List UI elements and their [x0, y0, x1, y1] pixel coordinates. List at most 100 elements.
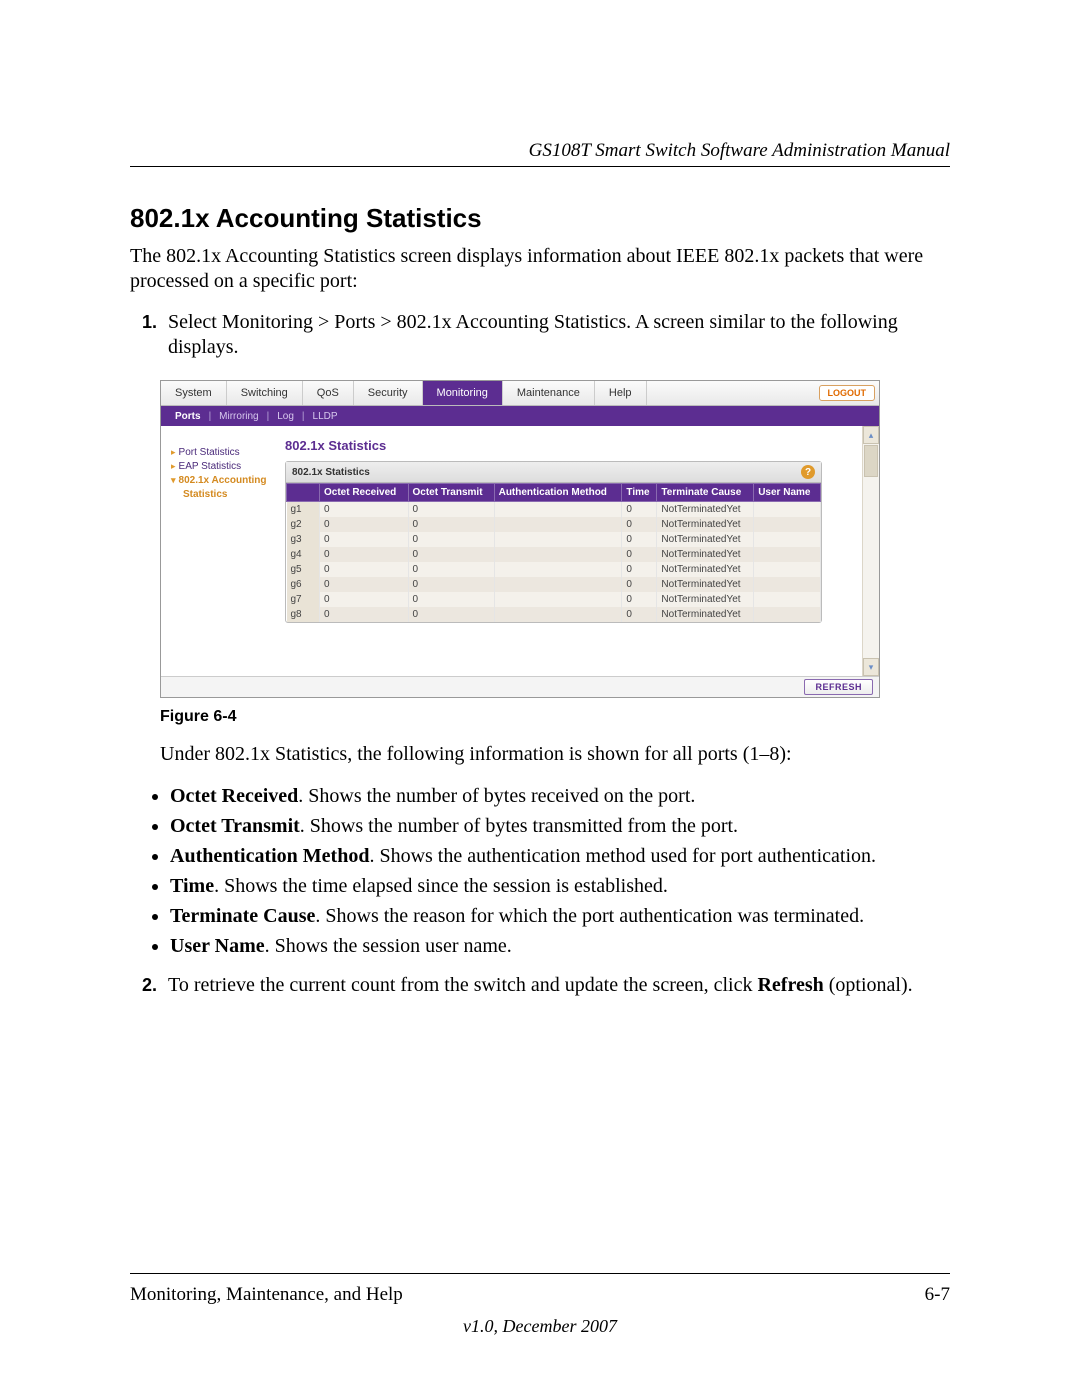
main-pane: 802.1x Statistics 802.1x Statistics ? Oc… — [285, 426, 862, 676]
subtab-log[interactable]: Log — [269, 411, 302, 422]
table-row: g5000NotTerminatedYet — [287, 562, 821, 577]
cell-octet-received: 0 — [320, 577, 409, 592]
bullet-term: Terminate Cause — [170, 905, 315, 927]
scroll-up-icon[interactable]: ▴ — [863, 426, 879, 444]
tab-maintenance[interactable]: Maintenance — [503, 381, 595, 405]
table-row: g8000NotTerminatedYet — [287, 607, 821, 622]
sidebar-port-statistics[interactable]: ▸Port Statistics — [171, 447, 277, 458]
section-title: 802.1x Accounting Statistics — [130, 203, 950, 234]
bullet-desc: . Shows the number of bytes transmitted … — [300, 815, 738, 837]
cell-terminate-cause: NotTerminatedYet — [657, 517, 754, 532]
table-row: g7000NotTerminatedYet — [287, 592, 821, 607]
panel-header: 802.1x Statistics ? — [286, 462, 821, 483]
sidebar-eap-statistics[interactable]: ▸EAP Statistics — [171, 461, 277, 472]
cell-octet-transmit: 0 — [408, 502, 494, 518]
logout-button[interactable]: LOGOUT — [819, 385, 876, 401]
cell-user-name — [754, 547, 821, 562]
subtab-ports[interactable]: Ports — [167, 411, 209, 422]
cell-port: g3 — [287, 532, 320, 547]
cell-octet-transmit: 0 — [408, 532, 494, 547]
cell-auth-method — [494, 532, 622, 547]
bullet-desc: . Shows the number of bytes received on … — [298, 785, 695, 807]
footer-rule — [130, 1273, 950, 1274]
bullet-term: Authentication Method — [170, 845, 369, 867]
cell-octet-transmit: 0 — [408, 592, 494, 607]
footer-version: v1.0, December 2007 — [130, 1316, 950, 1337]
cell-terminate-cause: NotTerminatedYet — [657, 577, 754, 592]
step2-prefix: To retrieve the current count from the s… — [168, 974, 757, 996]
tab-system[interactable]: System — [161, 381, 227, 405]
cell-octet-received: 0 — [320, 517, 409, 532]
chevron-right-icon: ▸ — [171, 447, 176, 457]
table-row: g6000NotTerminatedYet — [287, 577, 821, 592]
scroll-thumb[interactable] — [864, 445, 878, 477]
col-port — [287, 484, 320, 502]
sidebar-8021x-accounting-sub[interactable]: Statistics — [183, 489, 277, 500]
cell-auth-method — [494, 517, 622, 532]
cell-terminate-cause: NotTerminatedYet — [657, 607, 754, 622]
cell-octet-transmit: 0 — [408, 562, 494, 577]
table-row: g2000NotTerminatedYet — [287, 517, 821, 532]
app-footer-bar: REFRESH — [161, 676, 879, 697]
bullet-desc: . Shows the authentication method used f… — [369, 845, 876, 867]
statistics-table: Octet Received Octet Transmit Authentica… — [286, 483, 821, 622]
cell-auth-method — [494, 592, 622, 607]
bullet-term: Time — [170, 875, 214, 897]
subtab-lldp[interactable]: LLDP — [305, 411, 346, 422]
chevron-down-icon: ▾ — [171, 475, 176, 485]
list-item: Octet Received. Shows the number of byte… — [170, 783, 950, 809]
cell-port: g1 — [287, 502, 320, 518]
subtab-mirroring[interactable]: Mirroring — [211, 411, 266, 422]
cell-port: g4 — [287, 547, 320, 562]
list-item: Time. Shows the time elapsed since the s… — [170, 873, 950, 899]
under-text: Under 802.1x Statistics, the following i… — [160, 742, 950, 767]
cell-time: 0 — [622, 592, 657, 607]
cell-time: 0 — [622, 562, 657, 577]
sidebar-label: Port Statistics — [179, 447, 240, 458]
figure-caption: Figure 6-4 — [160, 708, 950, 726]
cell-octet-received: 0 — [320, 547, 409, 562]
tab-security[interactable]: Security — [354, 381, 423, 405]
tab-switching[interactable]: Switching — [227, 381, 303, 405]
list-item: Octet Transmit. Shows the number of byte… — [170, 813, 950, 839]
help-icon[interactable]: ? — [801, 465, 815, 479]
cell-octet-transmit: 0 — [408, 547, 494, 562]
cell-octet-transmit: 0 — [408, 607, 494, 622]
app-screenshot: System Switching QoS Security Monitoring… — [160, 380, 880, 698]
col-octet-received: Octet Received — [320, 484, 409, 502]
tab-help[interactable]: Help — [595, 381, 647, 405]
cell-user-name — [754, 592, 821, 607]
cell-time: 0 — [622, 517, 657, 532]
refresh-button[interactable]: REFRESH — [804, 679, 873, 695]
tab-qos[interactable]: QoS — [303, 381, 354, 405]
cell-user-name — [754, 517, 821, 532]
cell-auth-method — [494, 502, 622, 518]
sidebar-8021x-accounting[interactable]: ▾802.1x Accounting — [171, 475, 277, 486]
vertical-scrollbar[interactable]: ▴ ▾ — [862, 426, 879, 676]
bullet-desc: . Shows the time elapsed since the sessi… — [214, 875, 668, 897]
tab-monitoring[interactable]: Monitoring — [423, 381, 503, 405]
cell-user-name — [754, 532, 821, 547]
bullet-term: User Name — [170, 935, 265, 957]
list-item: Authentication Method. Shows the authent… — [170, 843, 950, 869]
cell-octet-transmit: 0 — [408, 517, 494, 532]
scroll-down-icon[interactable]: ▾ — [863, 658, 879, 676]
cell-user-name — [754, 607, 821, 622]
bullet-term: Octet Received — [170, 785, 298, 807]
cell-auth-method — [494, 607, 622, 622]
table-row: g3000NotTerminatedYet — [287, 532, 821, 547]
scroll-track[interactable] — [863, 478, 879, 658]
sidebar: ▸Port Statistics ▸EAP Statistics ▾802.1x… — [161, 426, 285, 676]
col-terminate-cause: Terminate Cause — [657, 484, 754, 502]
footer-page: 6-7 — [925, 1284, 950, 1306]
sub-nav-bar: Ports | Mirroring | Log | LLDP — [161, 406, 879, 426]
col-user-name: User Name — [754, 484, 821, 502]
cell-octet-received: 0 — [320, 607, 409, 622]
cell-time: 0 — [622, 577, 657, 592]
cell-port: g5 — [287, 562, 320, 577]
cell-auth-method — [494, 577, 622, 592]
cell-user-name — [754, 562, 821, 577]
sidebar-label: 802.1x Accounting — [179, 475, 267, 486]
cell-user-name — [754, 577, 821, 592]
footer-section: Monitoring, Maintenance, and Help — [130, 1284, 403, 1306]
